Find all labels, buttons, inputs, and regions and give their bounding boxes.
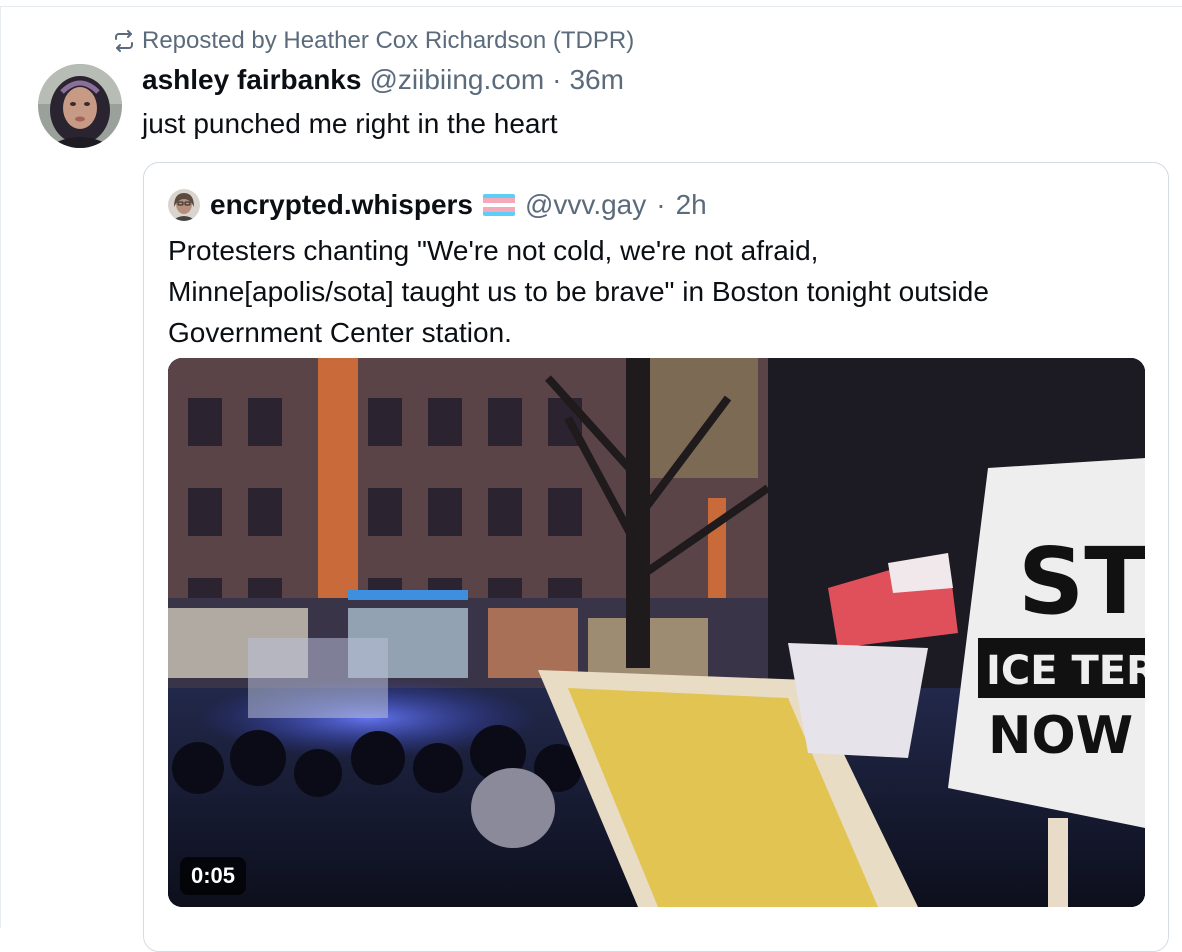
- svg-text:ICE TERR: ICE TERR: [986, 648, 1145, 694]
- video-player[interactable]: STO ICE TERR NOW 0:05: [168, 358, 1145, 907]
- quoted-text-line: Minne[apolis/sota] taught us to be brave…: [168, 276, 989, 307]
- repost-label: Reposted by Heather Cox Richardson (TDPR…: [142, 27, 635, 54]
- quoted-author-handle[interactable]: @vvv.gay: [525, 189, 646, 221]
- quoted-post-text: Protesters chanting "We're not cold, we'…: [168, 230, 1148, 353]
- quoted-text-line: Protesters chanting "We're not cold, we'…: [168, 235, 819, 266]
- repost-icon: [115, 30, 133, 52]
- author-avatar[interactable]: [38, 64, 122, 148]
- svg-text:STO: STO: [1018, 528, 1145, 635]
- author-handle[interactable]: @ziibiing.com: [369, 64, 544, 96]
- video-duration-badge: 0:05: [180, 857, 247, 895]
- separator-dot: ·: [552, 64, 562, 95]
- top-divider: [0, 6, 1182, 7]
- quoted-author-display-name[interactable]: encrypted.whispers: [210, 189, 473, 221]
- quoted-author-avatar[interactable]: [168, 189, 200, 221]
- repost-indicator[interactable]: Reposted by Heather Cox Richardson (TDPR…: [112, 27, 634, 55]
- author-display-name[interactable]: ashley fairbanks: [142, 64, 361, 96]
- quoted-post-header: encrypted.whispers @vvv.gay · 2h: [168, 187, 707, 223]
- trans-flag-icon: [482, 194, 515, 216]
- post-timestamp[interactable]: 36m: [569, 64, 623, 96]
- video-frame: STO ICE TERR NOW: [168, 358, 1145, 907]
- post-body-text: just punched me right in the heart: [142, 108, 558, 139]
- flag-stripe: [482, 211, 515, 216]
- quoted-text-line: Government Center station.: [168, 317, 512, 348]
- feed-left-border: [0, 7, 1, 928]
- svg-text:NOW: NOW: [988, 706, 1133, 766]
- separator-dot: ·: [656, 189, 666, 220]
- post-header: ashley fairbanks @ziibiing.com · 36m: [142, 64, 624, 98]
- quoted-post-timestamp[interactable]: 2h: [676, 189, 707, 221]
